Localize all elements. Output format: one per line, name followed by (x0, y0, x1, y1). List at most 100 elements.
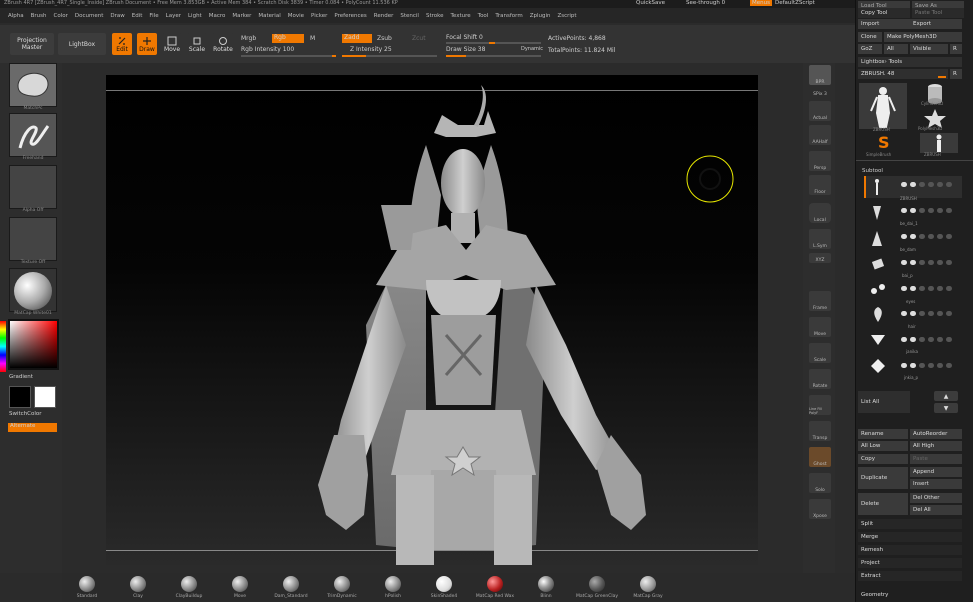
append-button[interactable]: Append (910, 467, 962, 477)
menu-movie[interactable]: Movie (288, 13, 304, 19)
subtool-toggle[interactable] (928, 286, 934, 291)
subtool-toggle[interactable] (910, 208, 916, 213)
project-menu[interactable]: Project (858, 558, 962, 568)
subtool-toggle[interactable] (910, 311, 916, 316)
menu-marker[interactable]: Marker (232, 13, 251, 19)
menu-layer[interactable]: Layer (166, 13, 181, 19)
menu-stroke[interactable]: Stroke (426, 13, 444, 19)
subtool-toggle[interactable] (928, 234, 934, 239)
polyf-button[interactable]: Line Fill PolyF (809, 395, 831, 415)
alpha-thumbnail[interactable] (9, 165, 57, 209)
lsym-button[interactable]: L.Sym (809, 229, 831, 249)
goz-button[interactable]: GoZ (858, 44, 882, 54)
brush-hpolish[interactable]: hPolish (373, 576, 413, 599)
subtool-toggle[interactable] (928, 182, 934, 187)
subtool-toggle[interactable] (910, 260, 916, 265)
goz-all-button[interactable]: All (884, 44, 908, 54)
document-canvas[interactable] (106, 75, 758, 565)
export-button[interactable]: Export (910, 19, 962, 29)
subtool-toggle[interactable] (919, 208, 925, 213)
material-blinn[interactable]: Blinn (526, 576, 566, 599)
subtool-toggle[interactable] (910, 234, 916, 239)
material-matcap-gray[interactable]: MatCap Gray (628, 576, 668, 599)
zcut-button[interactable]: Zcut (412, 35, 426, 42)
material-matcap-greenclay[interactable]: MatCap GreenClay (576, 576, 618, 599)
subtool-toggle[interactable] (910, 286, 916, 291)
subtool-toggle[interactable] (928, 311, 934, 316)
color-picker[interactable] (0, 319, 59, 372)
subtool-toggle[interactable] (937, 311, 943, 316)
material-matcap-red-wax[interactable]: MatCap Red Wax (475, 576, 515, 599)
subtool-up-button[interactable]: ▲ (934, 391, 958, 401)
menu-brush[interactable]: Brush (31, 13, 47, 19)
subtool-toggle[interactable] (901, 234, 907, 239)
subtool-toggle[interactable] (910, 363, 916, 368)
all-low-button[interactable]: All Low (858, 441, 908, 451)
copy-tool-button[interactable]: Copy Tool (858, 8, 910, 18)
subtool-toggle[interactable] (901, 208, 907, 213)
zadd-button[interactable]: Zadd (342, 34, 372, 43)
subtool-toggle[interactable] (946, 363, 952, 368)
move-view-button[interactable]: Move (809, 317, 831, 337)
subtool-toggle[interactable] (910, 182, 916, 187)
ghost-button[interactable]: Ghost (809, 447, 831, 467)
remesh-menu[interactable]: Remesh (858, 545, 962, 555)
draw-size-slider[interactable]: Draw Size 38 (446, 46, 485, 53)
menu-light[interactable]: Light (188, 13, 202, 19)
rotate-mode-button[interactable]: Rotate (212, 33, 234, 55)
menu-zscript[interactable]: Zscript (557, 13, 576, 19)
merge-menu[interactable]: Merge (858, 532, 962, 542)
zbrush-tool-slider[interactable]: ZBRUSH. 48 (858, 69, 948, 79)
subtool-down-button[interactable]: ▼ (934, 403, 958, 413)
rgb-intensity-slider[interactable]: Rgb Intensity 100 (241, 46, 294, 53)
local-button[interactable]: Local (809, 203, 831, 223)
subtool-toggle[interactable] (946, 182, 952, 187)
scale-view-button[interactable]: Scale (809, 343, 831, 363)
del-all-button[interactable]: Del All (910, 505, 962, 515)
make-polymesh-button[interactable]: Make PolyMesh3D (884, 32, 962, 42)
gradient-toggle[interactable]: Gradient (9, 374, 33, 380)
goz-visible-button[interactable]: Visible (910, 44, 948, 54)
projection-master-button[interactable]: Projection Master (10, 33, 54, 55)
menu-edit[interactable]: Edit (132, 13, 143, 19)
subtool-header[interactable]: Subtool (862, 168, 883, 174)
actual-button[interactable]: Actual (809, 101, 831, 121)
tool-r-button[interactable]: R (950, 69, 962, 79)
menu-picker[interactable]: Picker (311, 13, 327, 19)
rgb-button[interactable]: Rgb (272, 34, 304, 43)
menu-draw[interactable]: Draw (110, 13, 124, 19)
paste-tool-button[interactable]: Paste Tool (912, 8, 964, 18)
subtool-toggle[interactable] (919, 311, 925, 316)
subtool-toggle[interactable] (901, 363, 907, 368)
subtool-toggle[interactable] (937, 208, 943, 213)
xyz-button[interactable]: XYZ (809, 253, 831, 263)
quicksave-button[interactable]: QuickSave (636, 0, 665, 6)
mrgb-button[interactable]: Mrgb (241, 35, 256, 42)
clone-button[interactable]: Clone (858, 32, 882, 42)
menu-zplugin[interactable]: Zplugin (530, 13, 551, 19)
persp-button[interactable]: Persp (809, 151, 831, 171)
del-other-button[interactable]: Del Other (910, 493, 962, 503)
scale-mode-button[interactable]: Scale (187, 33, 207, 55)
subtool-toggle[interactable] (928, 208, 934, 213)
menu-transform[interactable]: Transform (495, 13, 522, 19)
menus-button[interactable]: Menus (750, 0, 772, 6)
floor-button[interactable]: Floor (809, 175, 831, 195)
delete-button[interactable]: Delete (858, 493, 908, 515)
subtool-toggle[interactable] (937, 286, 943, 291)
subtool-toggle[interactable] (919, 363, 925, 368)
brush-standard[interactable]: Standard (67, 576, 107, 599)
insert-button[interactable]: Insert (910, 479, 962, 489)
subtool-toggle[interactable] (946, 208, 952, 213)
frame-button[interactable]: Frame (809, 291, 831, 311)
material-thumbnail[interactable] (9, 268, 57, 312)
hue-strip[interactable] (0, 321, 6, 372)
subtool-toggle[interactable] (901, 311, 907, 316)
subtool-toggle[interactable] (946, 260, 952, 265)
rgb-intensity-track[interactable] (241, 55, 336, 57)
subtool-toggle[interactable] (919, 234, 925, 239)
zsub-button[interactable]: Zsub (377, 35, 392, 42)
edit-mode-button[interactable]: Edit (112, 33, 132, 55)
tool-thumb-simplebrush[interactable]: S (874, 133, 894, 152)
menu-alpha[interactable]: Alpha (8, 13, 24, 19)
